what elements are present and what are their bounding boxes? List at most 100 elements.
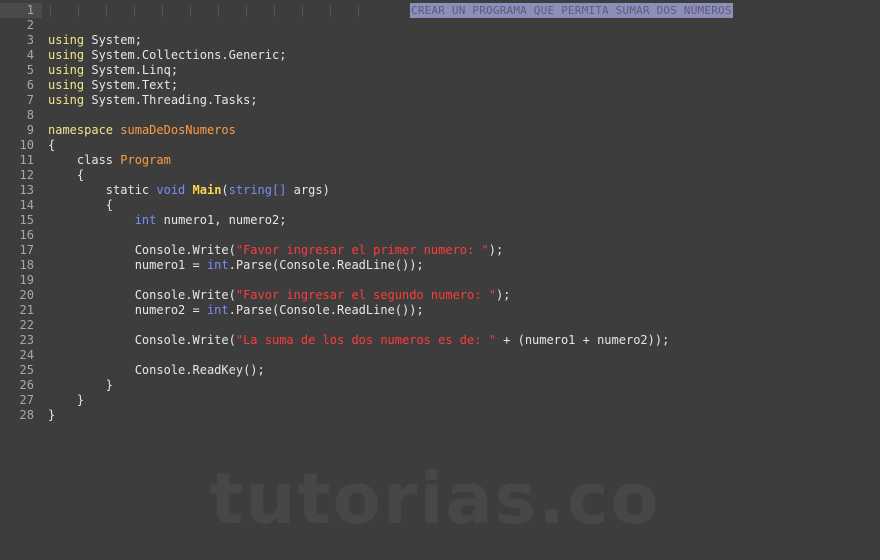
code-line[interactable]: using System.Collections.Generic;: [48, 48, 880, 63]
code-token: Console.Write(: [48, 243, 236, 257]
code-line[interactable]: static void Main(string[] args): [48, 183, 880, 198]
line-number: 13: [19, 183, 34, 197]
code-line[interactable]: ​: [48, 318, 880, 333]
code-token: "Favor ingresar el segundo numero: ": [235, 288, 496, 302]
code-line[interactable]: namespace sumaDeDosNumeros: [48, 123, 880, 138]
line-number: 24: [19, 348, 34, 362]
code-token: numero2 =: [48, 303, 207, 317]
code-line[interactable]: }: [48, 393, 880, 408]
code-token: void: [156, 183, 186, 197]
code-token: using: [48, 93, 85, 107]
code-token: using: [48, 63, 85, 77]
line-number: 3: [26, 33, 34, 47]
code-token: );: [488, 243, 504, 257]
code-line[interactable]: ​: [48, 18, 880, 33]
line-number: 12: [19, 168, 34, 182]
code-token: Console.Write(: [48, 333, 236, 347]
code-line[interactable]: numero2 = int.Parse(Console.ReadLine());: [48, 303, 880, 318]
code-token: {: [48, 198, 114, 212]
code-token: using: [48, 48, 85, 62]
code-line[interactable]: ​: [48, 348, 880, 363]
code-token: );: [495, 288, 511, 302]
line-number: 17: [19, 243, 34, 257]
code-token: .Parse(Console.ReadLine());: [228, 258, 424, 272]
code-line[interactable]: using System.Linq;: [48, 63, 880, 78]
line-number: 4: [26, 48, 34, 62]
code-token: numero1, numero2;: [156, 213, 287, 227]
code-line[interactable]: Console.Write("Favor ingresar el segundo…: [48, 288, 880, 303]
line-number: 5: [26, 63, 34, 77]
code-token: using: [48, 78, 85, 92]
code-token: "Favor ingresar el primer numero: ": [235, 243, 489, 257]
line-number: 25: [19, 363, 34, 377]
code-token: "La suma de los dos numeros es de: ": [235, 333, 496, 347]
line-number: 28: [19, 408, 34, 422]
line-number: 7: [26, 93, 34, 107]
code-token: System.Linq;: [84, 63, 179, 77]
code-token: namespace: [48, 123, 114, 137]
code-token: args): [286, 183, 330, 197]
line-number: 20: [19, 288, 34, 302]
line-number: 2: [26, 18, 34, 32]
code-line[interactable]: }: [48, 408, 880, 423]
code-line[interactable]: ​: [48, 273, 880, 288]
code-line[interactable]: {: [48, 198, 880, 213]
line-number: 19: [19, 273, 34, 287]
code-line[interactable]: int numero1, numero2;: [48, 213, 880, 228]
line-number: 18: [19, 258, 34, 272]
code-token: int: [206, 258, 229, 272]
code-token: System.Collections.Generic;: [84, 48, 287, 62]
code-token: }: [48, 393, 85, 407]
code-line[interactable]: ​: [48, 228, 880, 243]
code-line[interactable]: using System.Text;: [48, 78, 880, 93]
code-line[interactable]: using System;: [48, 33, 880, 48]
code-line[interactable]: }: [48, 378, 880, 393]
code-token: {: [48, 138, 56, 152]
code-token: string[]: [228, 183, 287, 197]
line-number: 8: [26, 108, 34, 122]
code-token: Main: [192, 183, 222, 197]
line-number: 26: [19, 378, 34, 392]
code-line[interactable]: ​: [48, 108, 880, 123]
code-editor[interactable]: 1 2 3 4 5 6 7 8 9 10 11 12 13 14 15 16 17 18 19 20 21 22 23 24 2…: [0, 0, 880, 560]
code-line[interactable]: using System.Threading.Tasks;: [48, 93, 880, 108]
code-token: }: [48, 408, 56, 422]
code-token: sumaDeDosNumeros: [120, 123, 236, 137]
code-token: System.Threading.Tasks;: [84, 93, 258, 107]
line-number: 14: [19, 198, 34, 212]
code-token: (: [221, 183, 229, 197]
code-token: System;: [84, 33, 142, 47]
line-number: 27: [19, 393, 34, 407]
code-token: }: [48, 378, 114, 392]
line-number: 16: [19, 228, 34, 242]
code-line[interactable]: {: [48, 138, 880, 153]
code-token: Console.Write(: [48, 288, 236, 302]
line-number: 9: [26, 123, 34, 137]
code-line[interactable]: Console.Write("La suma de los dos numero…: [48, 333, 880, 348]
code-token: System.Text;: [84, 78, 179, 92]
header-comment-selection[interactable]: CREAR UN PROGRAMA QUE PERMITA SUMAR DOS …: [410, 3, 733, 18]
line-number-gutter: 1 2 3 4 5 6 7 8 9 10 11 12 13 14 15 16 17 18 19 20 21 22 23 24 2…: [0, 3, 34, 423]
code-line[interactable]: Console.ReadKey();: [48, 363, 880, 378]
line-number: 11: [19, 153, 34, 167]
code-token: using: [48, 33, 85, 47]
code-token: int: [134, 213, 157, 227]
line-number: 22: [19, 318, 34, 332]
code-line[interactable]: class Program: [48, 153, 880, 168]
code-token: {: [48, 168, 85, 182]
line-number: 10: [19, 138, 34, 152]
watermark-text: tutorias.co: [210, 458, 661, 540]
code-line[interactable]: Console.Write("Favor ingresar el primer …: [48, 243, 880, 258]
code-line[interactable]: numero1 = int.Parse(Console.ReadLine());: [48, 258, 880, 273]
code-token: static: [48, 183, 157, 197]
code-token: numero1 =: [48, 258, 207, 272]
code-token: class: [48, 153, 121, 167]
line-number: 6: [26, 78, 34, 92]
code-area[interactable]: ​​using System;using System.Collections.…: [48, 3, 880, 423]
line-number: 1: [26, 3, 34, 17]
code-line[interactable]: {: [48, 168, 880, 183]
line-number: 23: [19, 333, 34, 347]
line-number: 15: [19, 213, 34, 227]
